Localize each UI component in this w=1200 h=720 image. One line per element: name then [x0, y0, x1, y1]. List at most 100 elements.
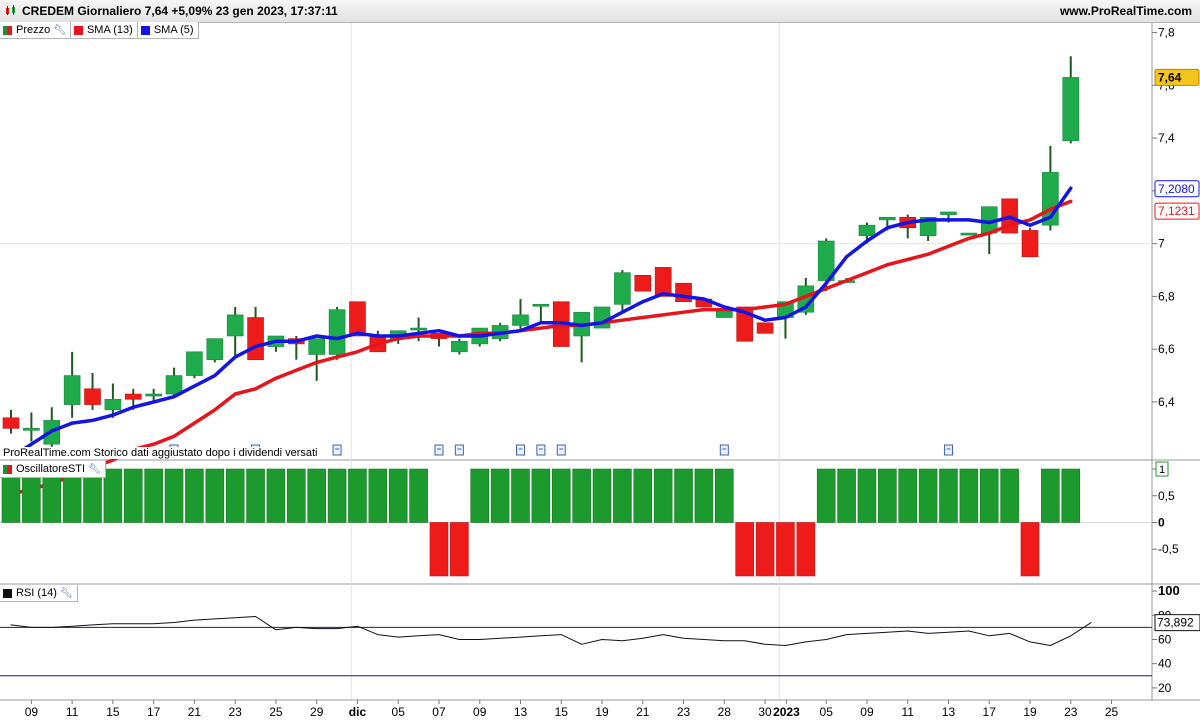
osc-bar — [164, 468, 184, 523]
event-doc-shape — [516, 444, 525, 456]
candle-body — [1021, 230, 1039, 258]
legend-label-rsi: RSI (14) — [16, 587, 57, 599]
event-doc-icon[interactable] — [943, 444, 953, 456]
osc-bar — [450, 522, 469, 577]
legend-label-price: Prezzo — [16, 24, 51, 36]
osc-bar — [898, 468, 918, 523]
osc-bar — [1061, 468, 1081, 523]
osc-bar — [1020, 522, 1040, 577]
x-tick-label: 07 — [432, 705, 446, 719]
price-tick-label: 7,8 — [1158, 26, 1175, 40]
osc-bar — [348, 468, 367, 523]
candle-body — [63, 375, 81, 405]
event-doc-shape — [719, 444, 729, 456]
osc-bar — [714, 468, 734, 523]
x-tick-label: 11 — [901, 705, 914, 719]
event-doc-icon[interactable] — [516, 444, 525, 456]
x-tick-label: dic — [349, 705, 367, 719]
osc-bar — [918, 468, 938, 523]
osc-bar — [959, 468, 979, 523]
osc-bar — [205, 468, 225, 523]
x-tick-label: 09 — [25, 705, 39, 719]
event-doc-icon[interactable] — [719, 444, 729, 456]
osc-bar — [979, 468, 999, 523]
x-tick-label: 15 — [555, 705, 569, 719]
osc-bar — [225, 468, 245, 523]
candle-body — [756, 322, 774, 334]
price-tick-label: 6,4 — [1158, 395, 1175, 409]
osc-bar — [327, 468, 347, 523]
candle-body — [532, 304, 550, 307]
event-doc-icon[interactable] — [536, 444, 546, 456]
legend-item-sma5[interactable]: SMA (5) — [137, 22, 199, 39]
candle-body — [226, 314, 244, 337]
osc-bar — [653, 468, 673, 523]
event-doc-icon[interactable] — [434, 444, 444, 456]
candle-body — [349, 301, 366, 337]
candle-body — [84, 388, 101, 405]
osc-tick-label: 0,5 — [1158, 489, 1175, 503]
osc-bar — [144, 468, 163, 523]
x-tick-label: 21 — [636, 705, 650, 719]
wrench-icon[interactable]: 🔧︎ — [53, 25, 66, 36]
osc-bar — [429, 522, 449, 577]
osc-bar — [572, 468, 591, 523]
candle-body — [879, 216, 896, 221]
title-bar: CREDEM Giornaliero 7,64 +5,09% 23 gen 20… — [0, 0, 1200, 23]
osc-bar — [490, 468, 510, 523]
candle-body — [145, 393, 162, 397]
osc-bar — [857, 468, 877, 523]
wrench-icon[interactable]: 🔧︎ — [88, 464, 101, 475]
osc-last-badge-text: 1 — [1159, 464, 1165, 476]
candle-body — [634, 275, 652, 292]
rsi-last-badge-text: 73,892 — [1157, 616, 1194, 630]
candle-body — [1062, 77, 1080, 142]
candle-body — [960, 232, 978, 236]
osc-bar — [878, 468, 897, 523]
candle-body — [858, 224, 876, 237]
osc-bar — [755, 522, 775, 577]
candle-body — [308, 338, 326, 355]
x-tick-label: 23 — [677, 705, 691, 719]
event-doc-icon[interactable] — [454, 444, 464, 456]
event-doc-shape — [332, 444, 342, 456]
candle-body — [2, 417, 20, 429]
legend-item-sma13[interactable]: SMA (13) — [70, 22, 138, 39]
x-tick-label: 2023 — [773, 705, 800, 719]
x-tick-label: 17 — [983, 705, 997, 719]
site-link[interactable]: www.ProRealTime.com — [1060, 4, 1192, 18]
wrench-icon[interactable]: 🔧︎ — [60, 588, 73, 599]
osc-tick-label: -0,5 — [1158, 542, 1179, 556]
event-doc-shape — [454, 444, 464, 456]
x-tick-label: 15 — [106, 705, 120, 719]
event-doc-shape — [556, 444, 566, 456]
candle-body — [675, 282, 692, 302]
osc-bar — [592, 468, 612, 523]
candle-body — [23, 428, 40, 431]
rsi-swatch-icon — [3, 588, 12, 598]
x-tick-label: 13 — [942, 705, 956, 719]
legend-item-rsi[interactable]: RSI (14) 🔧︎ — [0, 585, 78, 602]
sma5-line — [9, 186, 1073, 460]
legend-label-sma5: SMA (5) — [153, 24, 194, 36]
candle-body — [247, 317, 264, 361]
x-tick-label: 25 — [1105, 705, 1119, 719]
osc-bar — [511, 468, 530, 523]
candle-body — [186, 351, 203, 376]
event-doc-icon[interactable] — [332, 444, 342, 456]
event-doc-shape — [434, 444, 444, 456]
osc-bar — [287, 468, 306, 523]
legend-item-price[interactable]: Prezzo 🔧︎ — [0, 22, 71, 39]
rsi-tick-label: 40 — [1158, 657, 1172, 671]
x-tick-label: 13 — [514, 705, 528, 719]
rsi-tick-label: 20 — [1158, 681, 1172, 695]
candle-body — [451, 340, 468, 353]
price-tick-label: 7 — [1158, 237, 1165, 251]
x-tick-label: 23 — [229, 705, 243, 719]
legend-item-osc[interactable]: OscillatoreSTI 🔧︎ — [0, 461, 106, 478]
event-doc-icon[interactable] — [556, 444, 566, 456]
rsi-tick-label: 60 — [1158, 632, 1172, 646]
osc-bar — [776, 522, 795, 577]
osc-bar — [1000, 468, 1019, 523]
osc-bar — [246, 468, 265, 523]
